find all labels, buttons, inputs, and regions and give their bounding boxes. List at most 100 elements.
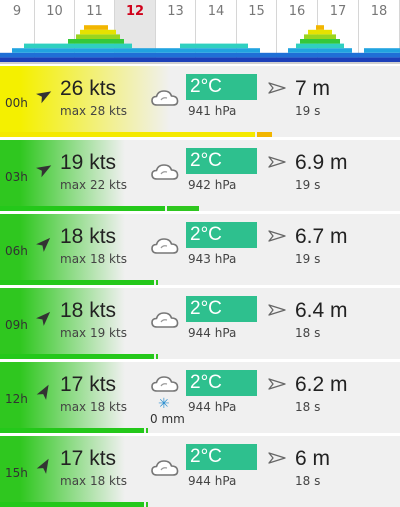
forecast-time: 00h <box>5 96 28 110</box>
wind-speed: 26 kts <box>60 77 117 100</box>
gust-bar-peak <box>257 132 272 137</box>
gust-bar-fill <box>0 428 144 433</box>
temperature: 2°C <box>186 148 257 174</box>
forecast-time: 15h <box>5 466 28 480</box>
day-tab-label: 9 <box>12 4 22 19</box>
row-divider <box>0 138 400 140</box>
cloud-icon <box>150 374 180 394</box>
wind-speed: 17 kts <box>60 447 117 470</box>
gust-bar-peak <box>156 354 158 359</box>
cloud-icon <box>150 88 180 108</box>
temperature: 2°C <box>186 370 257 396</box>
pressure: 944 hPa <box>188 400 237 414</box>
temperature: 2°C <box>186 444 257 470</box>
gust-bar-peak <box>156 280 158 285</box>
row-divider <box>0 286 400 288</box>
forecast-time: 03h <box>5 170 28 184</box>
gust-bar <box>0 132 400 137</box>
cloud-icon <box>150 236 180 256</box>
cloud-icon <box>150 458 180 478</box>
wave-height: 6.4 m <box>295 299 348 322</box>
day-tab-label: 16 <box>288 4 306 19</box>
pressure: 942 hPa <box>188 178 237 192</box>
forecast-row-09h[interactable]: 09h 18 kts max 19 kts 2°C 944 hPa 6.4 m 18 s <box>0 286 400 359</box>
wave-direction-icon <box>268 450 286 464</box>
wave-direction-icon <box>268 80 286 94</box>
wave-height: 6 m <box>295 447 331 470</box>
temperature: 2°C <box>186 296 257 322</box>
forecast-time: 12h <box>5 392 28 406</box>
day-tab-label: 12 <box>125 4 145 19</box>
day-tab-label: 14 <box>207 4 225 19</box>
wind-speed: 19 kts <box>60 151 117 174</box>
wind-gust: max 18 kts <box>60 252 127 266</box>
wave-period: 18 s <box>295 400 321 414</box>
gust-bar-peak <box>146 502 148 507</box>
wave-period: 18 s <box>295 474 321 488</box>
wave-direction-icon <box>268 228 286 242</box>
precipitation: 0 mm <box>150 412 185 426</box>
pressure: 944 hPa <box>188 326 237 340</box>
wind-direction-arrow-icon <box>36 308 54 326</box>
pressure: 943 hPa <box>188 252 237 266</box>
wave-height: 6.9 m <box>295 151 348 174</box>
wind-speed: 18 kts <box>60 225 117 248</box>
forecast-time: 09h <box>5 318 28 332</box>
gust-bar-fill <box>0 354 154 359</box>
wave-period: 19 s <box>295 178 321 192</box>
wave-period: 19 s <box>295 252 321 266</box>
wind-direction-arrow-icon <box>36 160 54 178</box>
day-tab-label: 18 <box>370 4 388 19</box>
gust-bar <box>0 206 400 211</box>
pressure: 941 hPa <box>188 104 237 118</box>
wind-direction-arrow-icon <box>36 456 54 474</box>
forecast-row-03h[interactable]: 03h 19 kts max 22 kts 2°C 942 hPa 6.9 m 19 s <box>0 138 400 211</box>
row-divider <box>0 212 400 214</box>
gust-bar <box>0 428 400 433</box>
wave-period: 18 s <box>295 326 321 340</box>
row-divider <box>0 434 400 436</box>
gust-bar-fill <box>0 280 154 285</box>
gust-bar-fill <box>0 502 144 507</box>
day-tab-label: 11 <box>86 4 103 19</box>
wave-direction-icon <box>268 376 286 390</box>
day-tab-label: 13 <box>167 4 184 19</box>
wind-gust: max 18 kts <box>60 474 127 488</box>
wind-gust: max 22 kts <box>60 178 127 192</box>
wind-speed: 18 kts <box>60 299 117 322</box>
gust-bar-fill <box>0 206 165 211</box>
wave-direction-icon <box>268 154 286 168</box>
gust-bar <box>0 280 400 285</box>
day-tab-label: 15 <box>248 4 265 19</box>
wave-height: 6.7 m <box>295 225 348 248</box>
wave-period: 19 s <box>295 104 321 118</box>
day-tab-label: 17 <box>329 4 347 19</box>
forecast-time: 06h <box>5 244 28 258</box>
cloud-icon <box>150 162 180 182</box>
wind-direction-arrow-icon <box>36 382 54 400</box>
gust-bar <box>0 502 400 507</box>
cloud-icon <box>150 310 180 330</box>
row-divider <box>0 64 400 66</box>
temperature: 2°C <box>186 74 257 100</box>
wind-gust: max 28 kts <box>60 104 127 118</box>
wave-height: 6.2 m <box>295 373 348 396</box>
gust-bar-peak <box>167 206 199 211</box>
forecast-row-06h[interactable]: 06h 18 kts max 18 kts 2°C 943 hPa 6.7 m 19 s <box>0 212 400 285</box>
pressure: 944 hPa <box>188 474 237 488</box>
wind-speed: 17 kts <box>60 373 117 396</box>
wave-height: 7 m <box>295 77 331 100</box>
gust-bar <box>0 354 400 359</box>
forecast-row-12h[interactable]: 12h 17 kts max 18 kts ✳ 0 mm 2°C 944 hPa 6.2 m 1… <box>0 360 400 433</box>
snowflake-icon: ✳ <box>158 396 170 412</box>
wave-direction-icon <box>268 302 286 316</box>
day-tab-label: 10 <box>46 4 63 19</box>
forecast-row-15h[interactable]: 15h 17 kts max 18 kts 2°C 944 hPa 6 m 18 s <box>0 434 400 507</box>
forecast-row-00h[interactable]: 00h 26 kts max 28 kts 2°C 941 hPa 7 m 19 s <box>0 64 400 137</box>
day-strip: 9 10 11 12 13 14 15 16 17 18 <box>0 0 400 64</box>
wind-direction-arrow-icon <box>36 234 54 252</box>
wind-gust: max 18 kts <box>60 400 127 414</box>
gust-bar-fill <box>0 132 255 137</box>
temperature: 2°C <box>186 222 257 248</box>
wind-gust: max 19 kts <box>60 326 127 340</box>
